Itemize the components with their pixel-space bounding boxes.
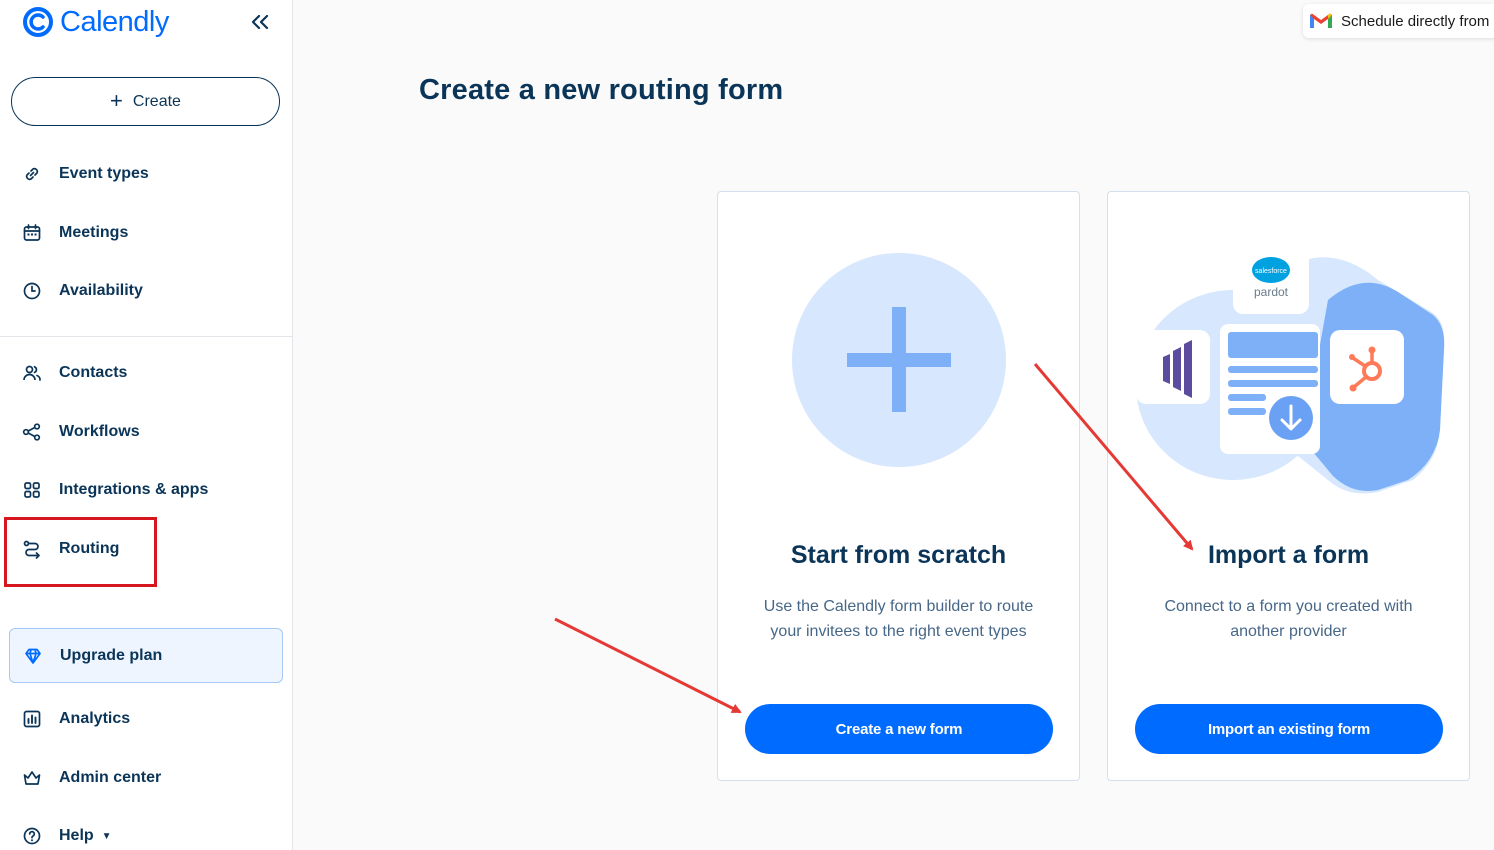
sidebar-item-label: Help	[59, 827, 94, 844]
caret-down-icon: ▼	[101, 830, 112, 842]
plus-icon: +	[110, 87, 123, 113]
sidebar-item-label: Event types	[59, 165, 149, 182]
card-description: Use the Calendly form builder to route y…	[763, 598, 1034, 640]
routing-icon	[23, 540, 40, 559]
sidebar-item-analytics[interactable]: Analytics	[0, 699, 293, 739]
sidebar-divider	[0, 336, 293, 337]
create-label: Create	[132, 92, 181, 110]
people-icon	[23, 365, 41, 381]
plus-illustration	[792, 253, 1006, 467]
import-illustration: salesforce pardot	[1136, 240, 1445, 494]
card-title: Start from scratch	[790, 541, 1007, 569]
sidebar-item-label: Upgrade plan	[60, 646, 163, 664]
gmail-icon	[1310, 13, 1332, 28]
double-chevron-left-icon	[251, 15, 269, 29]
grid-icon	[24, 482, 40, 498]
collapse-sidebar-button[interactable]	[248, 10, 272, 34]
upgrade-plan-button[interactable]: Upgrade plan	[9, 628, 283, 683]
sidebar-item-integrations[interactable]: Integrations & apps	[0, 470, 293, 510]
sidebar-item-routing[interactable]: Routing	[0, 529, 293, 569]
sidebar-item-label: Meetings	[59, 224, 129, 241]
sidebar-item-admin-center[interactable]: Admin center	[0, 758, 293, 798]
diamond-icon	[25, 648, 41, 664]
start-from-scratch-card[interactable]: Start from scratch Use the Calendly form…	[717, 191, 1080, 781]
marketo-logo-card	[1136, 330, 1210, 404]
logo-text: Calendly	[60, 5, 169, 38]
sidebar-item-label: Contacts	[59, 364, 128, 381]
workflow-icon	[22, 423, 41, 441]
calendly-logo-icon	[23, 7, 53, 37]
link-icon	[25, 167, 39, 181]
sidebar-item-workflows[interactable]: Workflows	[0, 412, 293, 452]
create-button[interactable]: + Create	[11, 77, 280, 126]
pardot-logo-card: salesforce pardot	[1233, 240, 1309, 314]
clock-icon	[23, 282, 41, 300]
sidebar-item-label: Admin center	[59, 769, 162, 786]
question-icon	[23, 827, 41, 845]
hubspot-logo-card	[1330, 330, 1404, 404]
sidebar-item-label: Routing	[59, 540, 120, 557]
crown-icon	[23, 771, 41, 785]
sidebar-item-contacts[interactable]: Contacts	[0, 353, 293, 393]
svg-text:pardot: pardot	[1254, 285, 1289, 299]
sidebar-item-event-types[interactable]: Event types	[0, 154, 293, 194]
sidebar-item-availability[interactable]: Availability	[0, 271, 293, 311]
calendar-icon	[23, 224, 41, 241]
calendly-logo[interactable]: Calendly	[22, 4, 169, 40]
bar-chart-icon	[23, 710, 41, 728]
svg-text:salesforce: salesforce	[1255, 268, 1287, 275]
gmail-extension-banner[interactable]: Schedule directly from	[1303, 4, 1494, 38]
create-new-form-button[interactable]: Create a new form	[745, 704, 1053, 754]
sidebar: Calendly + Create Event types Meetings A…	[0, 0, 293, 850]
sidebar-item-help[interactable]: Help ▼	[0, 816, 293, 850]
sidebar-item-label: Availability	[59, 282, 143, 299]
sidebar-item-label: Workflows	[59, 423, 140, 440]
sidebar-item-meetings[interactable]: Meetings	[0, 213, 293, 253]
import-existing-form-button[interactable]: Import an existing form	[1135, 704, 1443, 754]
import-form-card[interactable]: salesforce pardot Import a form Connect …	[1107, 191, 1470, 781]
banner-text: Schedule directly from	[1341, 12, 1490, 30]
card-description: Connect to a form you created with anoth…	[1164, 598, 1413, 640]
card-title: Import a form	[1207, 541, 1370, 569]
plus-icon	[847, 307, 951, 412]
page-title: Create a new routing form	[419, 74, 784, 106]
sidebar-item-label: Integrations & apps	[59, 481, 209, 498]
arrow-to-create-button	[554, 617, 742, 714]
sidebar-item-label: Analytics	[59, 710, 131, 727]
form-document-illustration	[1220, 324, 1320, 454]
